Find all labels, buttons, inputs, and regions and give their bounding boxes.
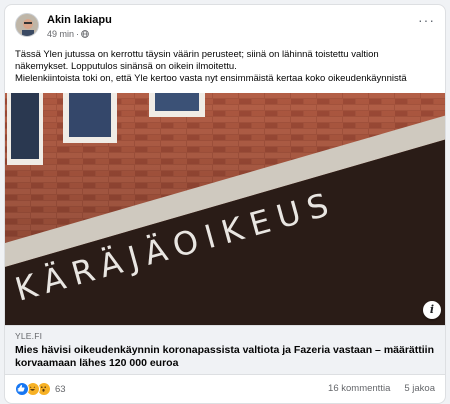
link-title[interactable]: Mies hävisi oikeudenkäynnin koronapassis…	[15, 344, 437, 370]
author-name[interactable]: Akin lakiapu	[47, 14, 112, 26]
post-header: Akin lakiapu 49 min · ···	[5, 5, 445, 49]
post-footer: 63 16 kommenttia 5 jakoa	[5, 375, 445, 403]
shares-count[interactable]: 5 jakoa	[404, 383, 435, 394]
link-preview[interactable]: YLE.FI Mies hävisi oikeudenkäynnin koron…	[5, 325, 445, 375]
comments-count[interactable]: 16 kommenttia	[328, 383, 390, 394]
post-text-line: Mielenkiintoista toki on, että Yle kerto…	[15, 73, 407, 84]
post-card: Akin lakiapu 49 min · ··· Tässä Ylen jut…	[4, 4, 446, 404]
engagement-counts: 16 kommenttia 5 jakoa	[328, 383, 435, 394]
post-meta: 49 min ·	[47, 29, 89, 39]
post-time[interactable]: 49 min	[47, 29, 74, 39]
more-icon[interactable]: ···	[418, 13, 435, 27]
like-icon	[15, 382, 29, 396]
post-text-line: Tässä Ylen jutussa on kerrottu täysin vä…	[15, 49, 379, 60]
link-domain: YLE.FI	[15, 331, 43, 341]
reaction-count: 63	[55, 383, 66, 395]
reactions[interactable]: 63	[15, 382, 66, 396]
info-icon[interactable]: i	[423, 301, 441, 319]
globe-icon	[81, 30, 89, 38]
post-text-line: näkemykset. Lopputulos sinänsä on oikein…	[15, 61, 237, 72]
link-image[interactable]: KÄRÄJÄOIKEUS i	[5, 93, 445, 325]
post-text: Tässä Ylen jutussa on kerrottu täysin vä…	[15, 49, 443, 85]
avatar[interactable]	[15, 13, 39, 37]
